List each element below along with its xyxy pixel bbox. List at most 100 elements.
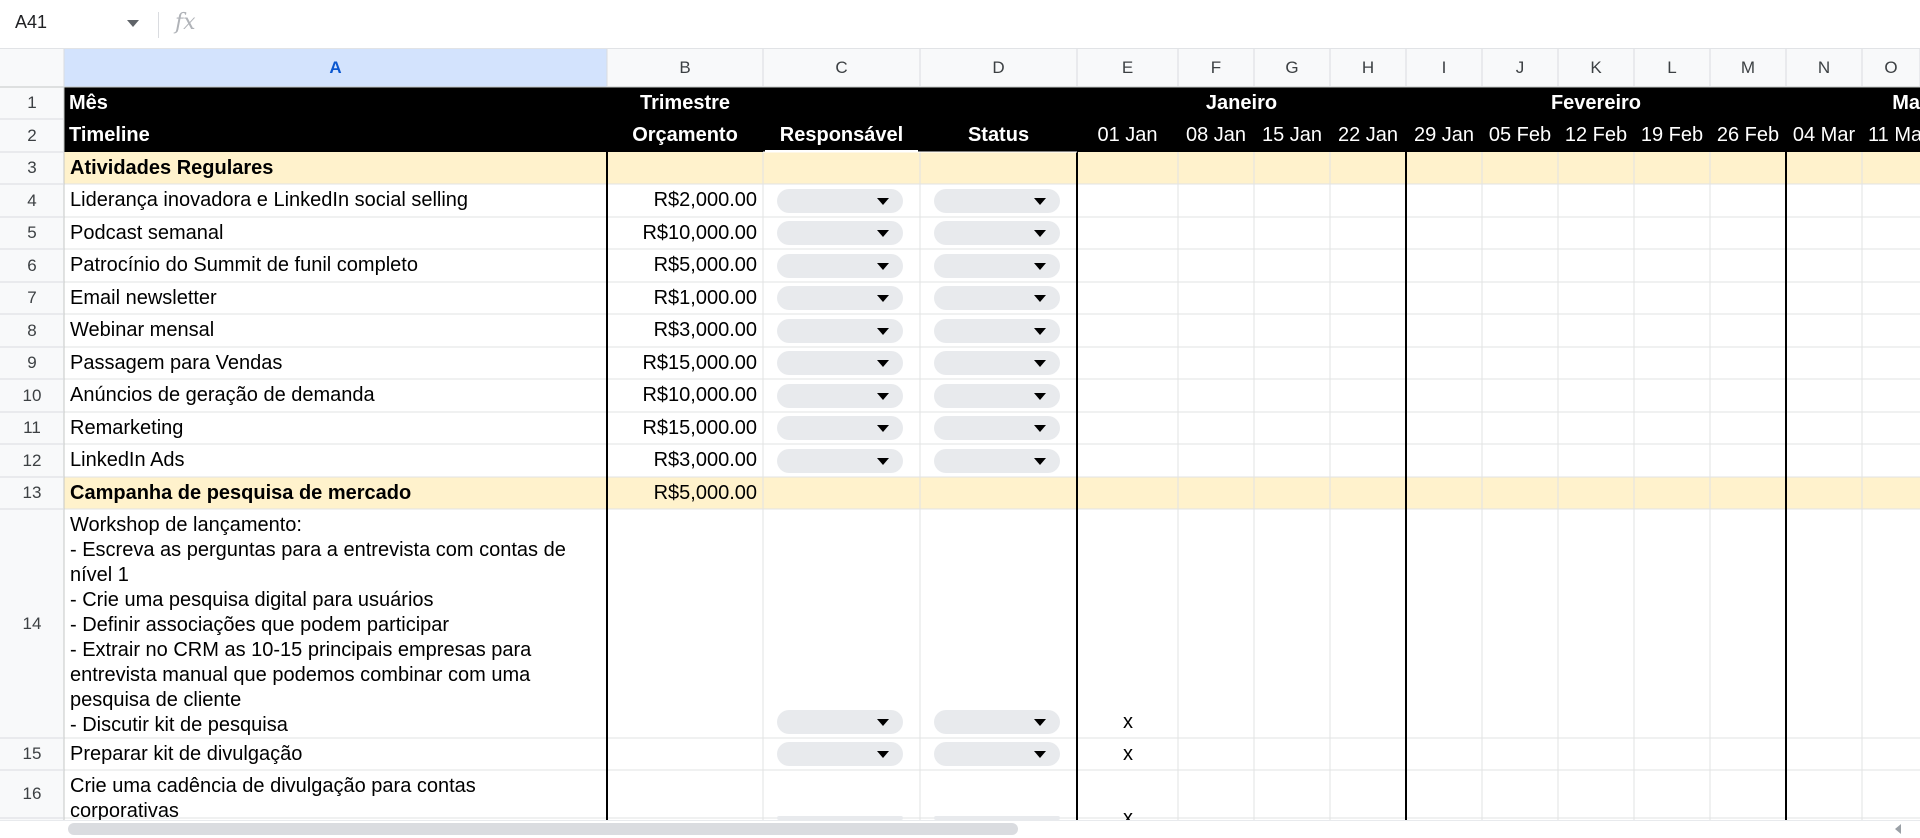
activity-budget[interactable]: R$5,000.00 (607, 249, 757, 282)
activity-name[interactable]: Liderança inovadora e LinkedIn social se… (70, 184, 603, 217)
column-header-c[interactable]: C (763, 49, 920, 87)
responsavel-dropdown[interactable] (777, 416, 903, 440)
column-header-n[interactable]: N (1786, 49, 1862, 87)
activity-name[interactable]: Anúncios de geração de demanda (70, 379, 603, 412)
status-dropdown[interactable] (934, 318, 1060, 343)
responsavel-dropdown[interactable] (777, 383, 903, 408)
row-header-5[interactable]: 5 (0, 217, 64, 249)
header-date: 04 Mar (1792, 124, 1856, 146)
row-header-4[interactable]: 4 (0, 184, 64, 217)
section-title[interactable]: Atividades Regulares (70, 152, 603, 184)
row-header-8[interactable]: 8 (0, 314, 64, 347)
status-dropdown[interactable] (934, 221, 1060, 245)
timeline-mark[interactable]: x (1077, 804, 1179, 820)
row-header-2[interactable]: 2 (0, 119, 64, 152)
header-orcamento: Orçamento (632, 124, 738, 146)
status-dropdown[interactable] (934, 742, 1060, 766)
column-header-j[interactable]: J (1482, 49, 1558, 87)
section-budget[interactable]: R$5,000.00 (607, 477, 757, 509)
horizontal-scrollbar-thumb[interactable] (68, 823, 1018, 835)
column-header-g[interactable]: G (1254, 49, 1330, 87)
header-janeiro: Janeiro (1205, 91, 1278, 114)
responsavel-dropdown[interactable] (777, 448, 903, 473)
row14-line: - Definir associações que podem particip… (70, 614, 450, 636)
header-mes: Mês (69, 91, 108, 114)
header-timeline: Timeline (69, 124, 150, 146)
row14-activity-text[interactable]: Workshop de lançamento: - Escreva as perg… (70, 513, 601, 738)
responsavel-dropdown[interactable] (777, 221, 903, 245)
status-dropdown[interactable] (934, 188, 1060, 213)
responsavel-dropdown[interactable] (777, 188, 903, 213)
header-fevereiro: Fevereiro (1550, 91, 1642, 114)
column-header-m[interactable]: M (1710, 49, 1786, 87)
row-header-16[interactable]: 16 (0, 770, 64, 818)
activity-budget[interactable]: R$15,000.00 (607, 412, 757, 444)
column-header-a[interactable]: A (64, 49, 607, 87)
status-dropdown[interactable] (934, 253, 1060, 278)
timeline-mark[interactable]: x (1077, 738, 1179, 770)
activity-budget[interactable]: R$1,000.00 (607, 282, 757, 314)
row14-line: nível 1 (70, 564, 129, 586)
row14-line: - Crie uma pesquisa digital para usuário… (70, 589, 434, 611)
activity-budget[interactable]: R$3,000.00 (607, 444, 757, 477)
activity-name[interactable]: LinkedIn Ads (70, 444, 603, 477)
status-dropdown[interactable] (934, 286, 1060, 310)
row-header-13[interactable]: 13 (0, 477, 64, 509)
responsavel-dropdown[interactable] (777, 351, 903, 375)
column-header-h[interactable]: H (1330, 49, 1406, 87)
status-dropdown[interactable] (934, 351, 1060, 375)
timeline-mark[interactable]: x (1077, 708, 1179, 736)
activity-name[interactable]: Email newsletter (70, 282, 603, 314)
activity-budget[interactable]: R$2,000.00 (607, 184, 757, 217)
column-header-b[interactable]: B (607, 49, 763, 87)
row16-line: corporativas (70, 800, 179, 820)
row-header-15[interactable]: 15 (0, 738, 64, 770)
responsavel-dropdown[interactable] (777, 318, 903, 343)
activity-name[interactable]: Podcast semanal (70, 217, 603, 249)
column-header-f[interactable]: F (1178, 49, 1254, 87)
row-header-12[interactable]: 12 (0, 444, 64, 477)
column-header-d[interactable]: D (920, 49, 1077, 87)
row-header-3[interactable]: 3 (0, 152, 64, 184)
row-header-1[interactable]: 1 (0, 87, 64, 119)
row-header-9[interactable]: 9 (0, 347, 64, 379)
activity-budget[interactable]: R$3,000.00 (607, 314, 757, 347)
responsavel-dropdown[interactable] (777, 286, 903, 310)
scroll-left-arrow-icon[interactable] (1895, 824, 1901, 834)
responsavel-dropdown[interactable] (777, 253, 903, 278)
activity-budget[interactable]: R$15,000.00 (607, 347, 757, 379)
column-header-o[interactable]: O (1862, 49, 1920, 87)
responsavel-dropdown[interactable] (777, 742, 903, 766)
column-header-l[interactable]: L (1634, 49, 1710, 87)
status-dropdown[interactable] (934, 416, 1060, 440)
status-dropdown[interactable] (934, 448, 1060, 473)
row-header-10[interactable]: 10 (0, 379, 64, 412)
responsavel-dropdown[interactable] (777, 710, 903, 734)
column-header-k[interactable]: K (1558, 49, 1634, 87)
activity-budget[interactable]: R$10,000.00 (607, 217, 757, 249)
activity-name[interactable]: Patrocínio do Summit de funil completo (70, 249, 603, 282)
row16-activity-text[interactable]: Crie uma cadência de divulgação para con… (70, 774, 601, 820)
header-trimestre: Trimestre (639, 91, 731, 114)
row-header-6[interactable]: 6 (0, 249, 64, 282)
status-dropdown[interactable] (934, 383, 1060, 408)
row14-line: pesquisa de cliente (70, 689, 242, 711)
activity-name[interactable]: Preparar kit de divulgação (70, 738, 603, 770)
status-dropdown[interactable] (934, 710, 1060, 734)
row-header-14[interactable]: 14 (0, 509, 64, 738)
row14-line: - Discutir kit de pesquisa (70, 714, 288, 736)
activity-name[interactable]: Remarketing (70, 412, 603, 444)
header-date: 08 Jan (1185, 124, 1247, 146)
column-header-i[interactable]: I (1406, 49, 1482, 87)
column-header-e[interactable]: E (1077, 49, 1178, 87)
row14-line: - Extrair no CRM as 10-15 principais emp… (70, 639, 532, 661)
activity-name[interactable]: Webinar mensal (70, 314, 603, 347)
header-date: 11 Ma (1868, 124, 1920, 146)
header-date: 29 Jan (1413, 124, 1475, 146)
activity-name[interactable]: Passagem para Vendas (70, 347, 603, 379)
activity-budget[interactable]: R$10,000.00 (607, 379, 757, 412)
row14-line: Workshop de lançamento: (70, 514, 302, 536)
row-header-11[interactable]: 11 (0, 412, 64, 444)
row-header-7[interactable]: 7 (0, 282, 64, 314)
section-title[interactable]: Campanha de pesquisa de mercado (70, 477, 603, 509)
